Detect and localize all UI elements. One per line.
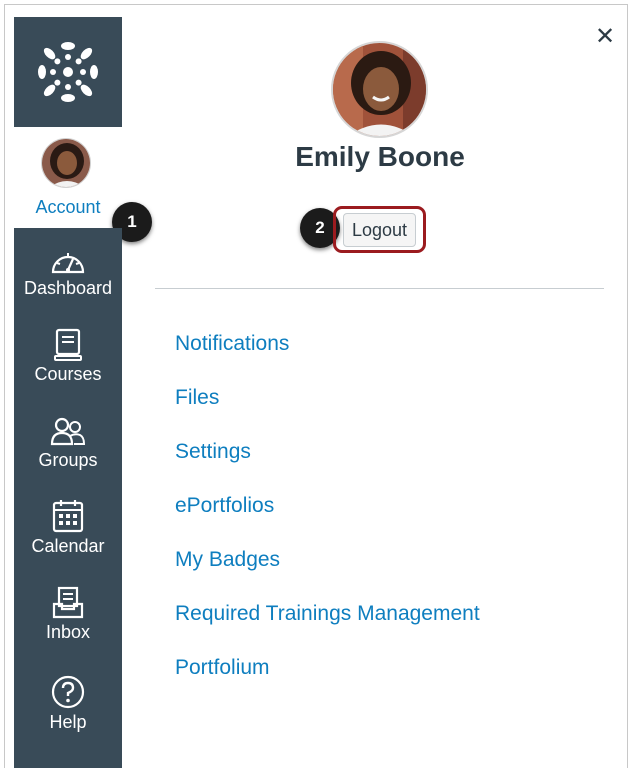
nav-account-label: Account	[35, 197, 101, 217]
profile-name: Emily Boone	[295, 141, 465, 172]
nav-label-help: Help	[49, 712, 87, 732]
nav-label-groups: Groups	[38, 450, 98, 470]
inbox-icon	[52, 586, 84, 619]
nav-item-dashboard[interactable]: Dashboard	[14, 246, 122, 299]
link-portfolium[interactable]: Portfolium	[175, 654, 480, 708]
profile-avatar	[331, 41, 428, 138]
dashboard-icon	[51, 253, 85, 274]
account-avatar	[41, 138, 91, 188]
link-eportfolios[interactable]: ePortfolios	[175, 492, 480, 546]
help-icon	[51, 675, 85, 709]
link-notifications[interactable]: Notifications	[175, 330, 480, 384]
link-my-badges[interactable]: My Badges	[175, 546, 480, 600]
nav-item-inbox[interactable]: Inbox	[14, 586, 122, 643]
link-settings[interactable]: Settings	[175, 438, 480, 492]
nav-item-courses[interactable]: Courses	[14, 328, 122, 385]
nav-label-dashboard: Dashboard	[23, 278, 113, 298]
nav-item-account[interactable]: Account	[14, 127, 122, 228]
nav-item-groups[interactable]: Groups	[14, 416, 122, 471]
nav-label-calendar: Calendar	[31, 536, 105, 556]
close-icon[interactable]: ✕	[594, 25, 616, 49]
divider	[155, 288, 604, 289]
link-required-trainings[interactable]: Required Trainings Management	[175, 600, 480, 654]
global-navigation: Dashboard Courses Groups Calendar Inbox …	[14, 228, 122, 768]
courses-icon	[54, 328, 82, 361]
link-files[interactable]: Files	[175, 384, 480, 438]
nav-item-calendar[interactable]: Calendar	[14, 498, 122, 557]
canvas-logo-icon	[38, 42, 98, 102]
nav-label-inbox: Inbox	[45, 622, 91, 642]
logout-highlight: Logout	[333, 206, 426, 253]
canvas-logo[interactable]	[14, 17, 122, 127]
profile-links: Notifications Files Settings ePortfolios…	[175, 330, 480, 708]
calendar-icon	[52, 500, 84, 533]
nav-label-courses: Courses	[34, 364, 102, 384]
nav-item-help[interactable]: Help	[14, 674, 122, 733]
logout-button[interactable]: Logout	[342, 212, 417, 247]
groups-icon	[50, 417, 86, 446]
